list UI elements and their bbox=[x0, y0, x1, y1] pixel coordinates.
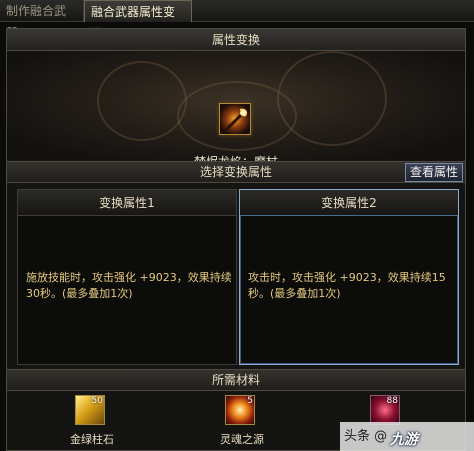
option-description: 攻击时，攻击强化 +9023，效果持续15秒。(最多叠加1次) bbox=[248, 271, 446, 300]
transform-option-2[interactable]: 变换属性2 攻击时，攻击强化 +9023，效果持续15秒。(最多叠加1次) bbox=[239, 189, 459, 365]
panel-title: 属性变换 bbox=[7, 29, 465, 51]
transform-panel: 属性变换 焚烬龙焰：魔杖 选择变换属性 查看属性 变换属性1 施放技能时，攻击强… bbox=[6, 28, 466, 451]
material-item[interactable]: 50 金绿柱石 bbox=[47, 395, 137, 451]
transform-option-1[interactable]: 变换属性1 施放技能时，攻击强化 +9023，效果持续30秒。(最多叠加1次) bbox=[17, 189, 237, 365]
tab-craft-fusion-weapon[interactable]: 制作融合武器 bbox=[0, 0, 84, 40]
weapon-icon[interactable] bbox=[219, 103, 251, 135]
material-count: 88 bbox=[386, 396, 398, 406]
weapon-name: 焚烬龙焰：魔杖 bbox=[7, 153, 465, 161]
materials-header: 所需材料 bbox=[7, 369, 465, 391]
watermark-logo: 九游 bbox=[390, 432, 418, 448]
decor-swirl bbox=[97, 61, 187, 141]
option-description: 施放技能时，攻击强化 +9023，效果持续30秒。(最多叠加1次) bbox=[26, 271, 232, 300]
watermark: 头条 @ 九游 bbox=[340, 422, 474, 451]
gem-icon: 50 bbox=[75, 395, 105, 425]
decor-swirl bbox=[277, 51, 387, 146]
material-name: 金绿柱石 bbox=[70, 433, 114, 446]
material-count: 5 bbox=[247, 396, 253, 406]
weapon-preview: 焚烬龙焰：魔杖 bbox=[7, 51, 465, 161]
tab-fusion-attribute-transform[interactable]: 融合武器属性变换 bbox=[84, 0, 192, 41]
select-attribute-bar: 选择变换属性 查看属性 bbox=[7, 161, 465, 183]
top-tabs: 制作融合武器 融合武器属性变换 bbox=[0, 0, 474, 41]
select-attribute-label: 选择变换属性 bbox=[199, 165, 272, 179]
watermark-text: 头条 @ bbox=[344, 429, 388, 444]
material-name: 灵魂之源 bbox=[220, 433, 264, 446]
material-item[interactable]: 5 灵魂之源 bbox=[197, 395, 287, 451]
soul-orb-icon: 5 bbox=[225, 395, 255, 425]
option-title: 变换属性1 bbox=[18, 190, 236, 216]
view-attributes-button[interactable]: 查看属性 bbox=[405, 163, 463, 182]
material-count: 50 bbox=[91, 396, 103, 406]
crystal-icon: 88 bbox=[370, 395, 400, 425]
option-title: 变换属性2 bbox=[240, 190, 458, 216]
